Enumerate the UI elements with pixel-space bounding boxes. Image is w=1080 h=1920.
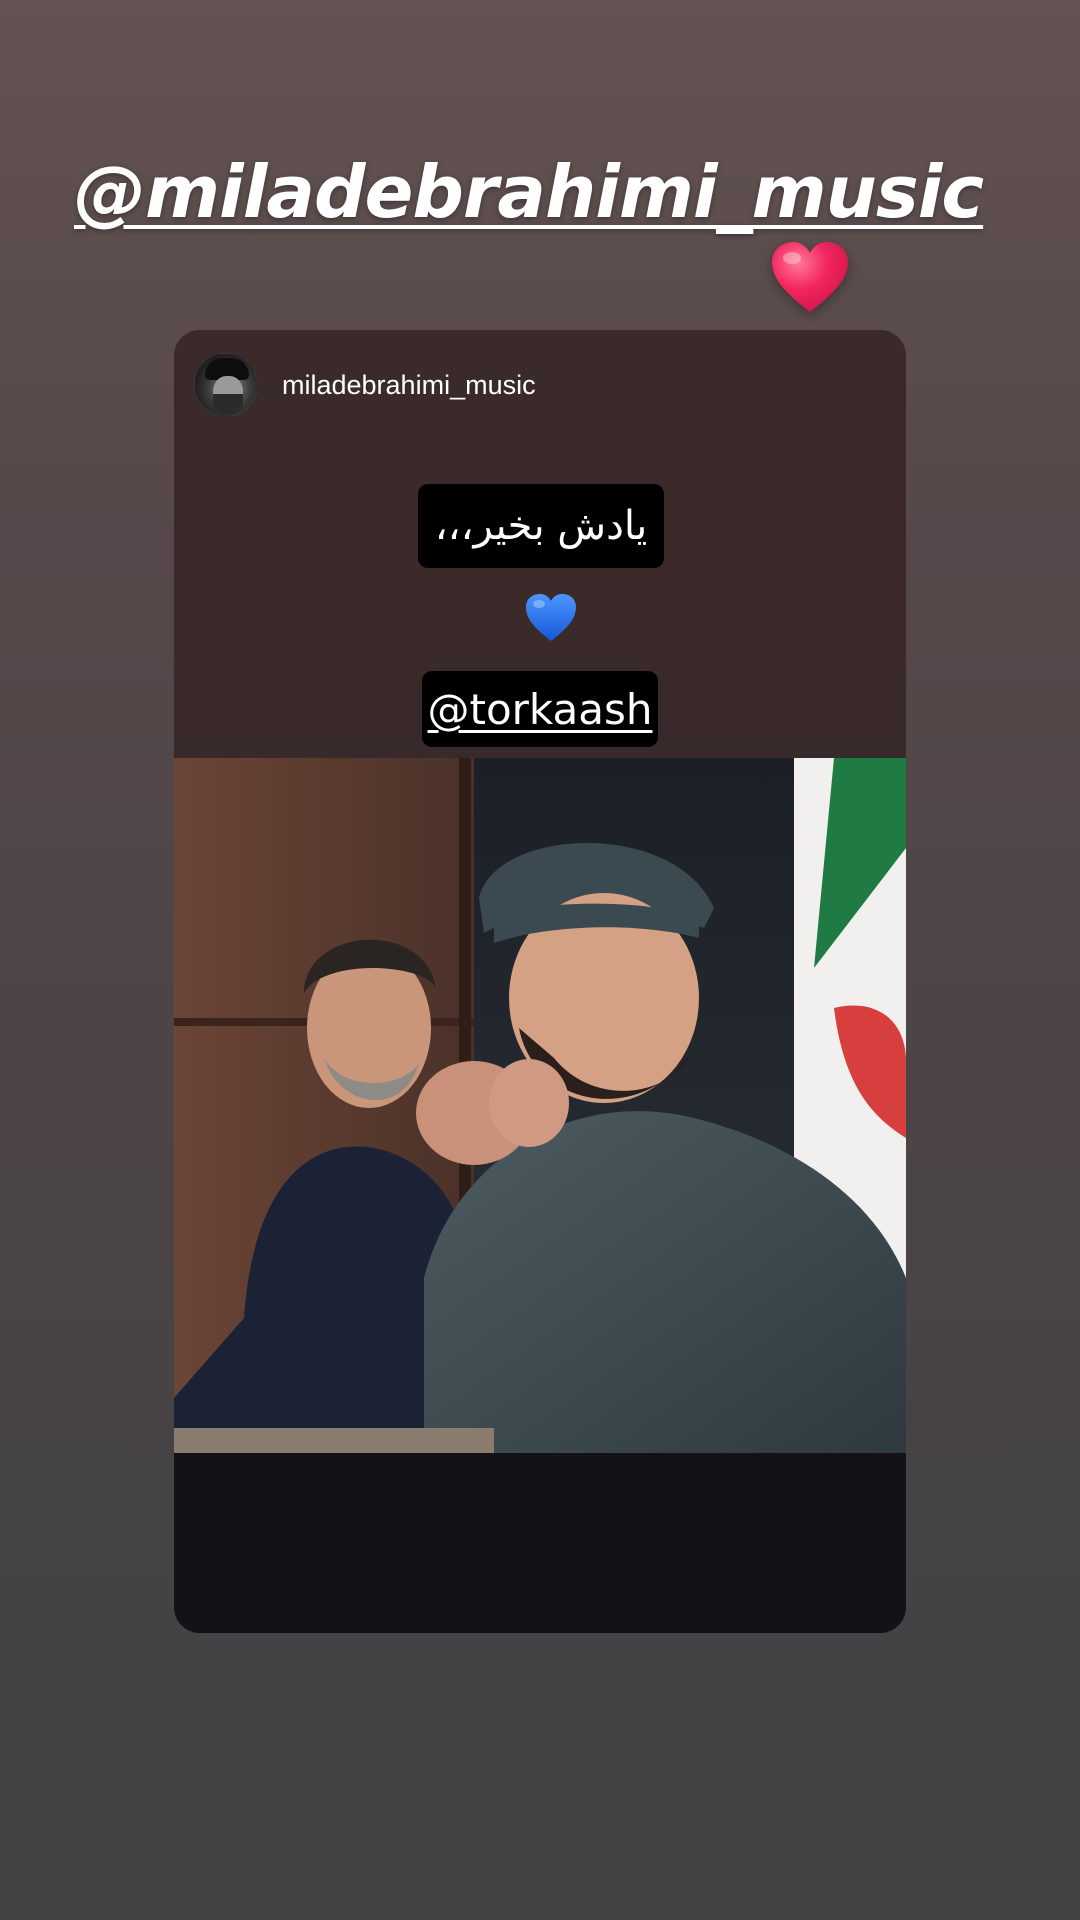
red-heart-icon bbox=[772, 242, 848, 312]
mention-sticker-text[interactable]: @miladebrahimi_music bbox=[74, 150, 984, 234]
profile-avatar[interactable] bbox=[194, 353, 258, 417]
blue-heart-icon bbox=[526, 594, 576, 641]
post-username[interactable]: miladebrahimi_music bbox=[282, 370, 536, 401]
post-text-area: miladebrahimi_music یادش بخیر،،، @torkaa… bbox=[174, 330, 906, 758]
post-header[interactable]: miladebrahimi_music bbox=[194, 352, 536, 418]
mention-tag-text[interactable]: @torkaash bbox=[428, 685, 653, 734]
mention-sticker[interactable]: @miladebrahimi_music bbox=[74, 150, 984, 234]
caption-text: یادش بخیر،،، bbox=[418, 484, 664, 568]
shared-post-card[interactable]: miladebrahimi_music یادش بخیر،،، @torkaa… bbox=[174, 330, 906, 1633]
mention-tag[interactable]: @torkaash bbox=[422, 671, 658, 747]
post-footer-area bbox=[174, 1453, 906, 1633]
post-photo[interactable] bbox=[174, 758, 906, 1453]
post-photo-image bbox=[174, 758, 906, 1453]
